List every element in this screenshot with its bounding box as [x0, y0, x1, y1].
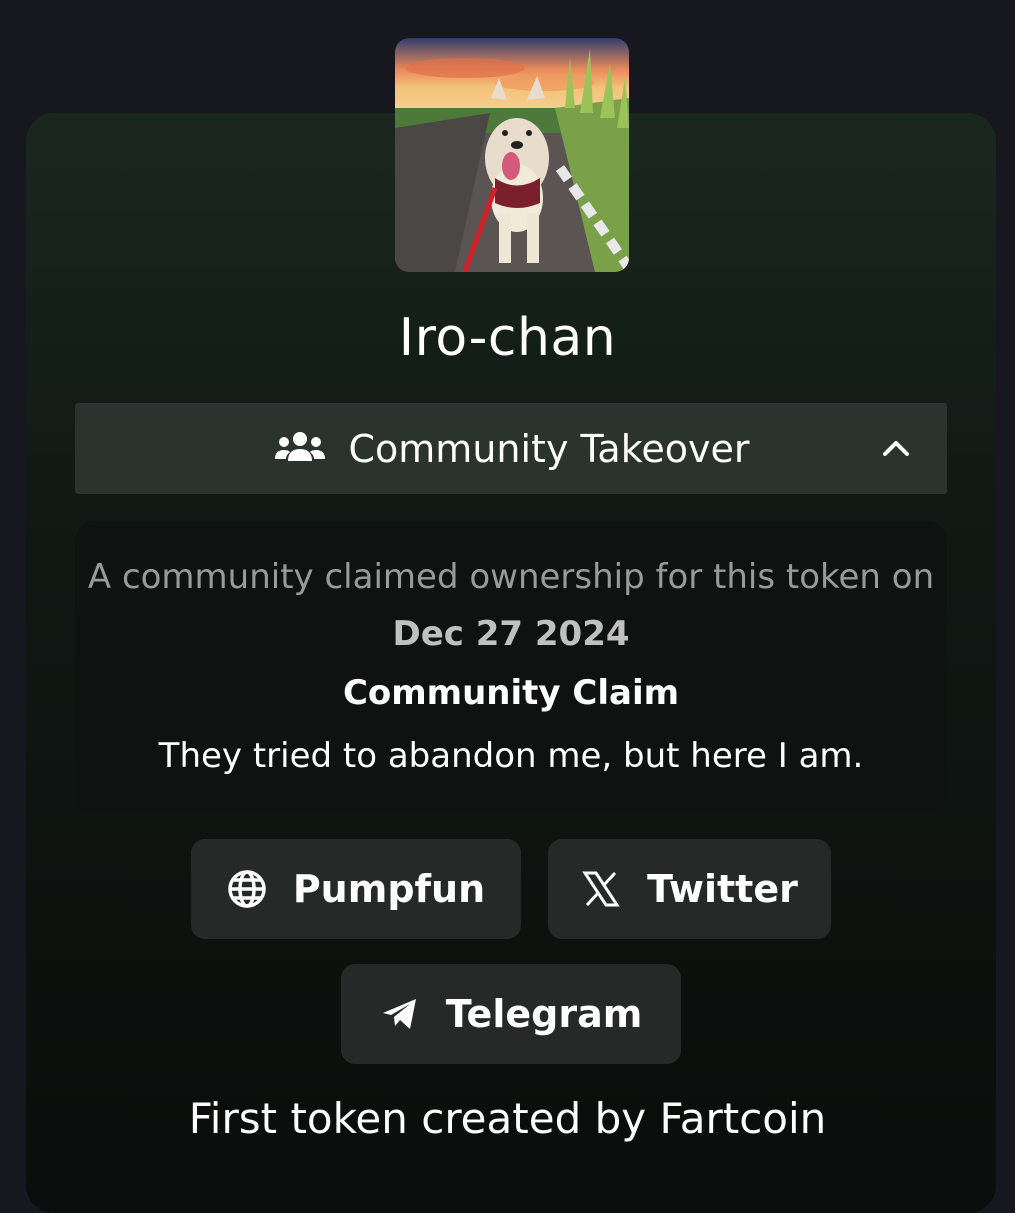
claim-intro: A community claimed ownership for this t…: [75, 549, 947, 663]
chevron-up-icon[interactable]: [881, 436, 911, 460]
claim-heading: Community Claim: [342, 673, 680, 713]
claim-text: They tried to abandon me, but here I am.: [158, 736, 864, 776]
users-icon: [273, 429, 327, 469]
token-avatar: [395, 38, 629, 272]
x-logo-icon: [581, 869, 621, 909]
pumpfun-label: Pumpfun: [292, 867, 486, 911]
claim-intro-text: A community claimed ownership for this t…: [87, 557, 935, 597]
claim-date: Dec 27 2024: [392, 614, 630, 654]
globe-icon: [227, 869, 267, 909]
token-description: First token created by Fartcoin: [188, 1094, 827, 1143]
token-name: Iro-chan: [398, 308, 617, 368]
twitter-link-button[interactable]: Twitter: [548, 839, 831, 939]
telegram-link-button[interactable]: Telegram: [341, 964, 681, 1064]
community-takeover-accordion[interactable]: Community Takeover: [75, 403, 947, 494]
twitter-label: Twitter: [647, 867, 798, 911]
accordion-title: Community Takeover: [348, 426, 750, 471]
pumpfun-link-button[interactable]: Pumpfun: [191, 839, 521, 939]
community-claim-panel: A community claimed ownership for this t…: [75, 521, 947, 813]
telegram-label: Telegram: [445, 992, 643, 1036]
telegram-send-icon: [380, 994, 420, 1034]
